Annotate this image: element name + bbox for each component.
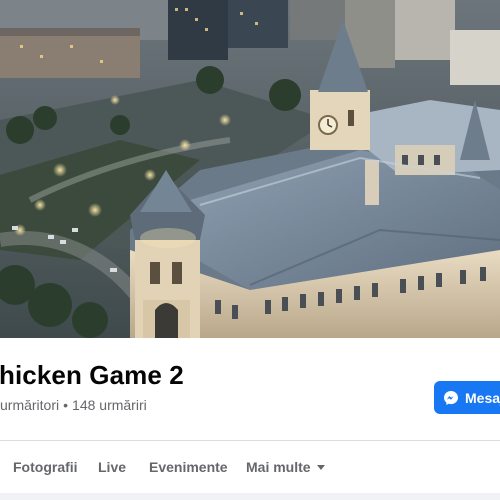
tab-events-label: Evenimente xyxy=(149,459,228,475)
profile-tabs: Fotografii Live Evenimente Mai multe xyxy=(0,441,500,493)
following-link[interactable]: 148 urmăriri xyxy=(72,397,147,413)
tab-photos[interactable]: Fotografii xyxy=(13,459,78,475)
tab-events[interactable]: Evenimente xyxy=(149,459,228,475)
caret-down-icon xyxy=(316,465,325,470)
messenger-icon xyxy=(443,390,459,406)
page-stats: urmăritori • 148 urmăriri xyxy=(0,397,147,413)
content-background xyxy=(0,493,500,500)
cover-photo[interactable] xyxy=(0,0,500,338)
tab-live[interactable]: Live xyxy=(98,459,126,475)
tab-live-label: Live xyxy=(98,459,127,475)
tab-more-label: Mai multe xyxy=(246,459,311,475)
page-title[interactable]: hicken Game 2 xyxy=(0,360,184,391)
stats-separator: • xyxy=(63,397,69,413)
message-button[interactable]: Mesaj xyxy=(434,381,500,414)
followers-link[interactable]: urmăritori xyxy=(0,397,59,413)
profile-header: hicken Game 2 urmăritori • 148 urmăriri Me… xyxy=(0,338,500,442)
cover-photo-illustration xyxy=(0,0,500,338)
message-button-label: Mesaj xyxy=(465,389,500,406)
tab-photos-label: Fotografii xyxy=(13,459,78,475)
tab-more[interactable]: Mai multe xyxy=(246,459,325,475)
